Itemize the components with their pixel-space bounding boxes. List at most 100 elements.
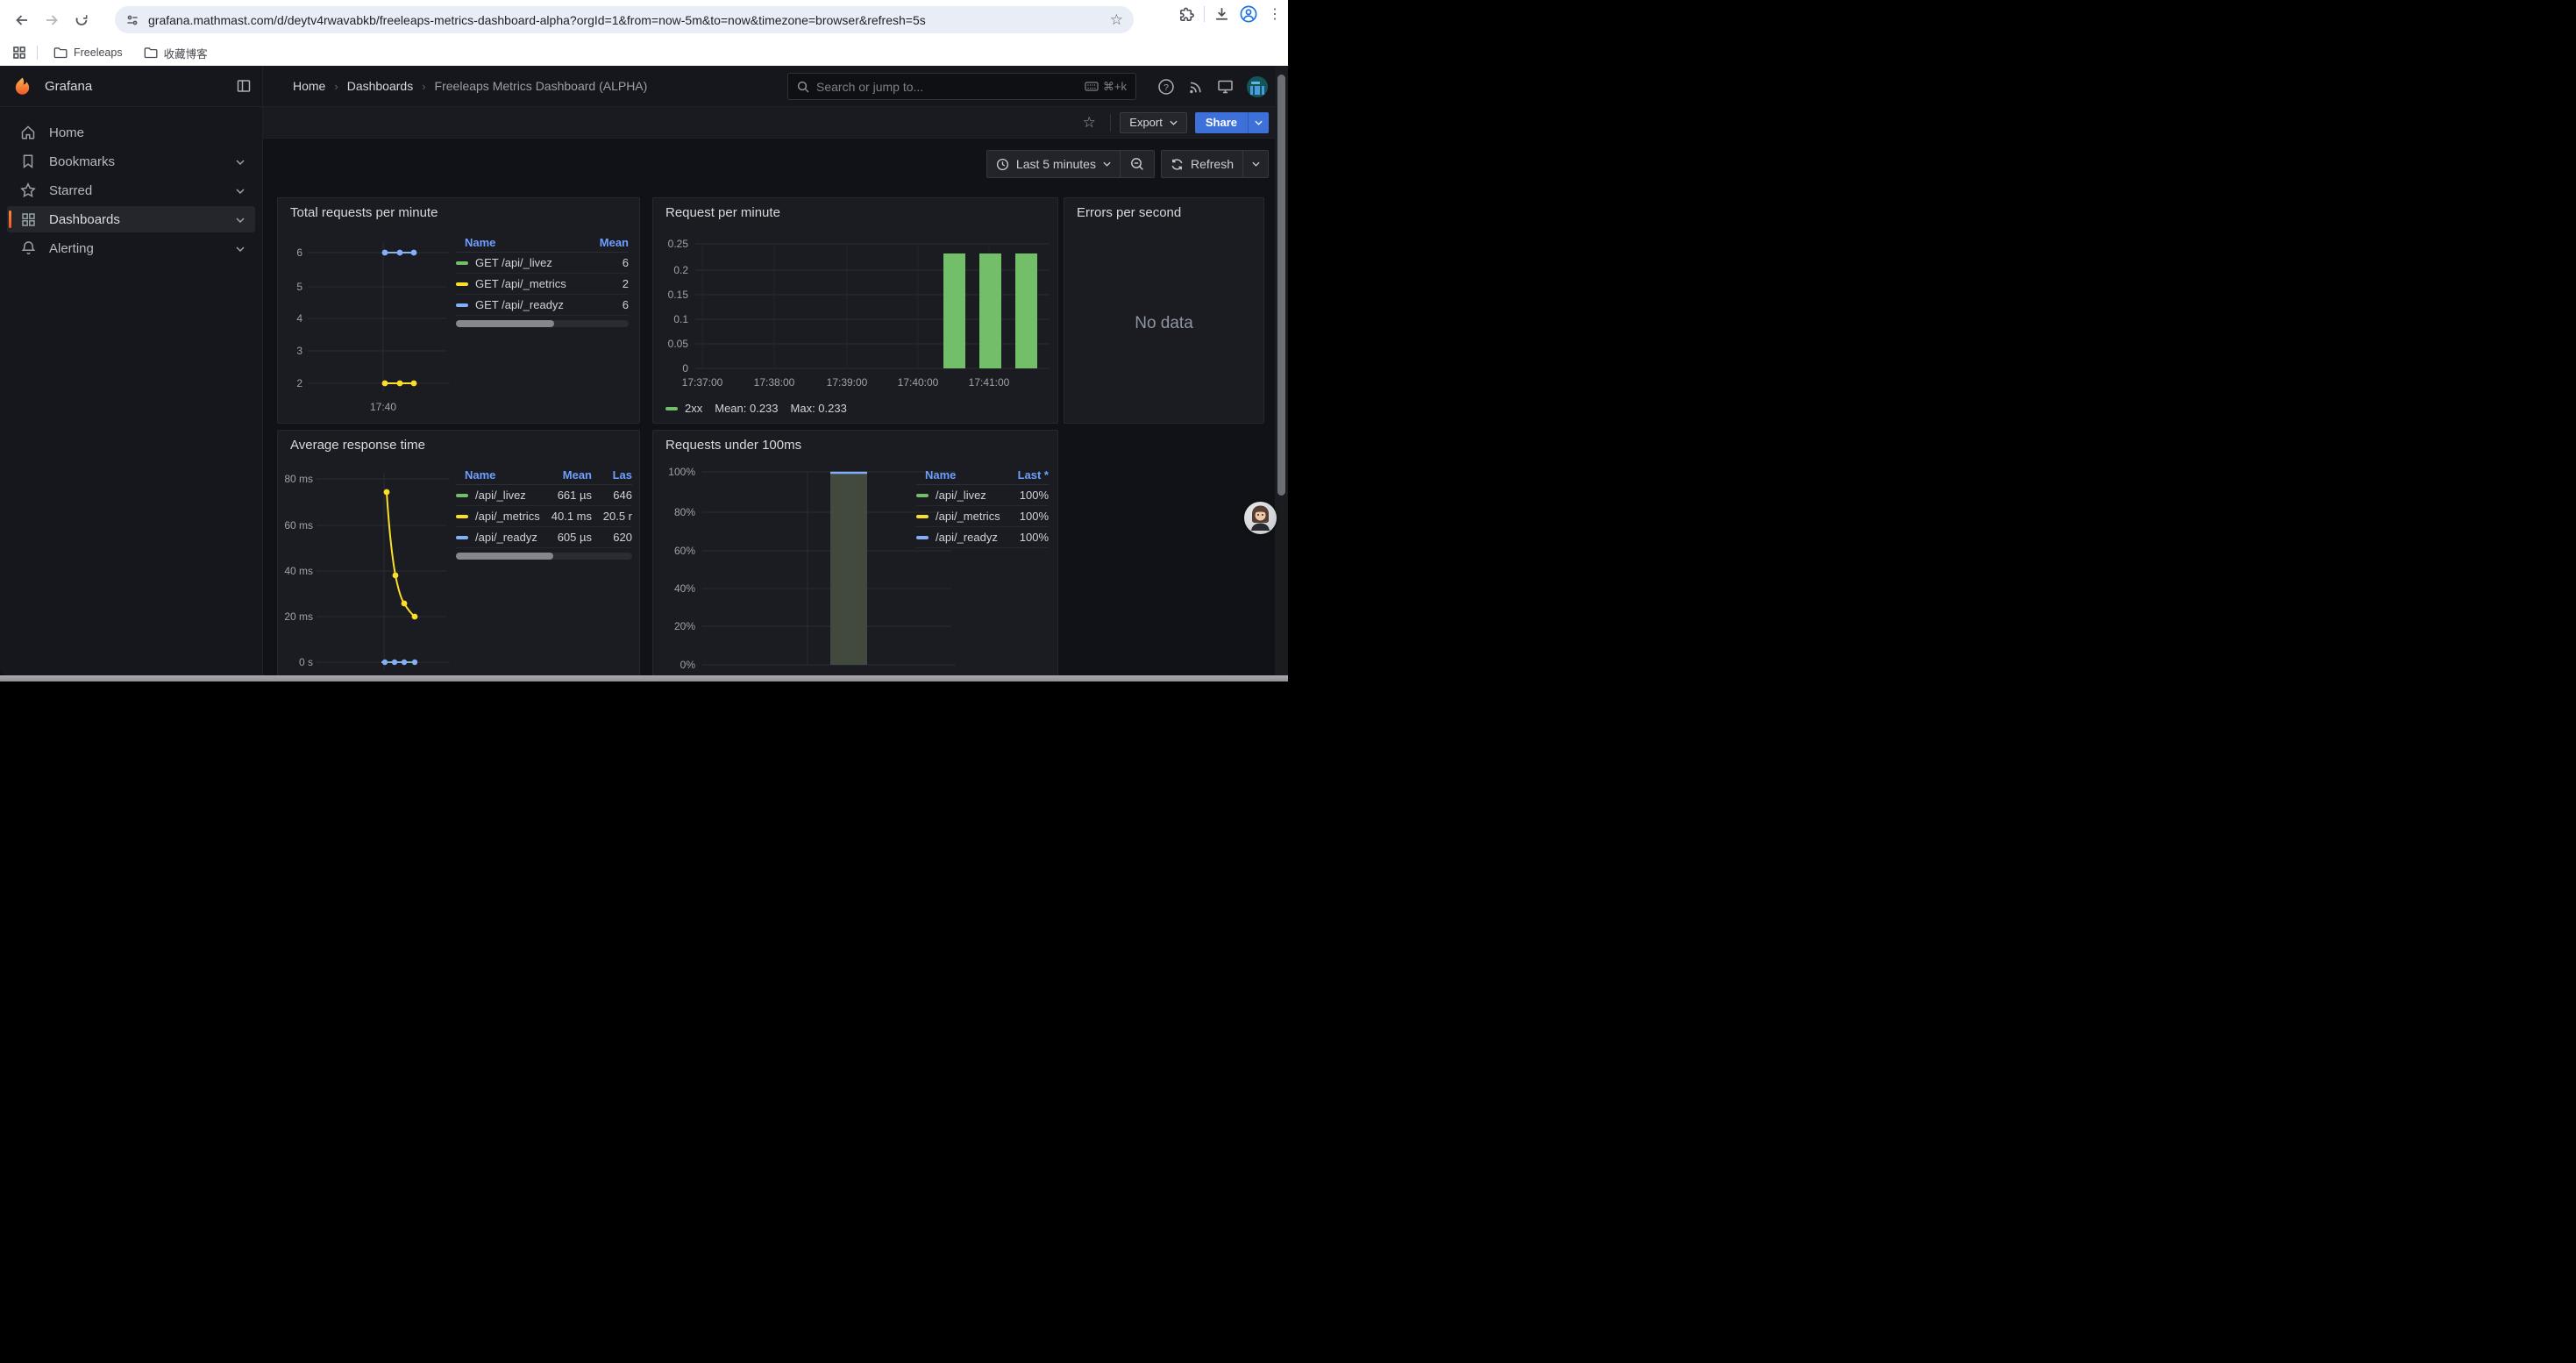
legend-row[interactable]: GET /api/_livez 6 [456,253,629,274]
share-dropdown-button[interactable] [1248,112,1269,133]
sidebar-item-home[interactable]: Home [7,119,255,146]
series-name: 2xx [685,402,702,415]
window-bottom-edge [0,675,1288,682]
panel-title[interactable]: Errors per second [1077,205,1181,220]
legend-row[interactable]: /api/_livez 100% [916,485,1049,506]
bookmark-folder-blogs[interactable]: 收藏博客 [137,43,215,63]
panel-avg-response-time[interactable]: Average response time 80 ms 60 ms [277,430,640,682]
series-name[interactable]: GET /api/_metrics [475,277,566,290]
sidebar-item-bookmarks[interactable]: Bookmarks [7,148,255,175]
dock-menu-icon[interactable] [236,78,252,94]
legend-mean-header[interactable]: Mean [580,236,629,249]
refresh-interval-button[interactable] [1243,151,1268,177]
user-avatar[interactable] [1247,76,1268,97]
scrollbar-thumb[interactable] [456,553,553,560]
y-tick: 2 [283,377,302,389]
series-mean: 6 [580,256,629,269]
bookmark-star-icon[interactable]: ☆ [1110,12,1123,27]
sidebar-item-alerting[interactable]: Alerting [7,235,255,261]
sidebar-item-starred[interactable]: Starred [7,177,255,203]
bell-icon [19,239,37,257]
legend-mean-header[interactable]: Mean [543,468,592,482]
time-range-picker[interactable]: Last 5 minutes [987,151,1120,177]
legend-horizontal-scrollbar[interactable] [456,553,632,560]
series-name[interactable]: /api/_readyz [936,531,998,544]
series-name[interactable]: /api/_livez [936,489,986,502]
legend-row[interactable]: /api/_readyz 605 µs 620 [456,527,632,548]
reload-icon[interactable] [67,5,96,35]
panel-requests-under-100ms[interactable]: Requests under 100ms 100% 80% 60% 40% 20… [652,430,1058,682]
forward-icon[interactable] [37,5,67,35]
share-split-button: Share [1195,112,1269,133]
y-tick: 4 [283,312,302,325]
legend-header: Name Mean Las [456,466,632,485]
star-icon [19,182,37,199]
legend-row[interactable]: /api/_readyz 100% [916,527,1049,548]
legend-max: Max: 0.233 [791,402,847,415]
breadcrumb-dashboards[interactable]: Dashboards [347,79,414,93]
profile-icon[interactable] [1239,4,1258,24]
bookmark-folder-freeleaps[interactable]: Freeleaps [46,45,130,61]
apps-grid-icon[interactable] [12,46,26,60]
chevron-down-icon [1252,161,1260,167]
refresh-button[interactable]: Refresh [1162,151,1242,177]
grafana-header: Home › Dashboards › Freeleaps Metrics Da… [263,66,1275,107]
extensions-icon[interactable] [1178,6,1195,23]
legend-horizontal-scrollbar[interactable] [456,320,629,327]
sidebar-header: Grafana [0,66,262,107]
legend-name-header[interactable]: Name [456,468,543,482]
share-button[interactable]: Share [1195,112,1248,133]
legend-row[interactable]: /api/_metrics 40.1 ms 20.5 r [456,506,632,527]
url-bar[interactable]: grafana.mathmast.com/d/deytv4rwavabkb/fr… [115,6,1134,33]
zoom-out-button[interactable] [1121,151,1154,177]
search-icon [797,81,809,93]
series-name[interactable]: /api/_metrics [936,510,1000,523]
breadcrumb-home[interactable]: Home [293,79,325,93]
rss-icon[interactable] [1188,79,1204,95]
series-name[interactable]: /api/_readyz [475,531,537,544]
chevron-down-icon[interactable] [236,240,245,256]
chevron-down-icon[interactable] [236,153,245,169]
series-mean: 2 [580,277,629,290]
search-input[interactable]: Search or jump to... ⌘+k [787,73,1136,100]
time-range-label: Last 5 minutes [1016,157,1096,171]
legend-row[interactable]: GET /api/_readyz 6 [456,295,629,316]
series-name[interactable]: GET /api/_livez [475,256,552,269]
panel-total-requests[interactable]: Total requests per minute 6 5 4 [277,197,640,424]
legend-item[interactable]: 2xx [665,402,702,415]
legend-name-header[interactable]: Name [456,236,580,249]
back-icon[interactable] [7,5,37,35]
monitor-icon[interactable] [1217,79,1234,95]
series-name[interactable]: GET /api/_readyz [475,298,564,311]
sidebar-item-dashboards[interactable]: Dashboards [7,206,255,232]
series-name[interactable]: /api/_metrics [475,510,540,523]
download-icon[interactable] [1213,6,1230,23]
panel-errors-per-second[interactable]: Errors per second No data [1064,197,1264,424]
bookmark-icon [19,153,37,170]
y-tick: 100% [657,466,695,478]
chevron-down-icon[interactable] [236,211,245,227]
legend-last-header[interactable]: Las [592,468,632,482]
series-name[interactable]: /api/_livez [475,489,526,502]
grafana-logo[interactable] [12,76,32,96]
site-info-icon[interactable] [125,13,139,27]
legend-name-header[interactable]: Name [916,468,1000,482]
favorite-star-icon[interactable]: ☆ [1077,114,1101,132]
scrollbar-thumb[interactable] [1277,75,1285,496]
help-icon[interactable]: ? [1157,78,1175,96]
legend-last-header[interactable]: Last * [1000,468,1049,482]
legend-row[interactable]: /api/_metrics 100% [916,506,1049,527]
page-scrollbar[interactable] [1275,66,1288,675]
export-button[interactable]: Export [1120,112,1187,133]
legend-row[interactable]: GET /api/_metrics 2 [456,274,629,295]
panel-request-per-minute[interactable]: Request per minute [652,197,1058,424]
browser-menu-icon[interactable]: ⋮ [1267,5,1283,23]
series-last: 100% [1000,531,1049,544]
scrollbar-thumb[interactable] [456,320,554,327]
chevron-down-icon[interactable] [236,182,245,198]
url-text[interactable]: grafana.mathmast.com/d/deytv4rwavabkb/fr… [148,13,1110,27]
floating-avatar[interactable] [1244,502,1277,534]
series-swatch-green [916,494,929,497]
export-label: Export [1129,116,1163,129]
legend-row[interactable]: /api/_livez 661 µs 646 [456,485,632,506]
